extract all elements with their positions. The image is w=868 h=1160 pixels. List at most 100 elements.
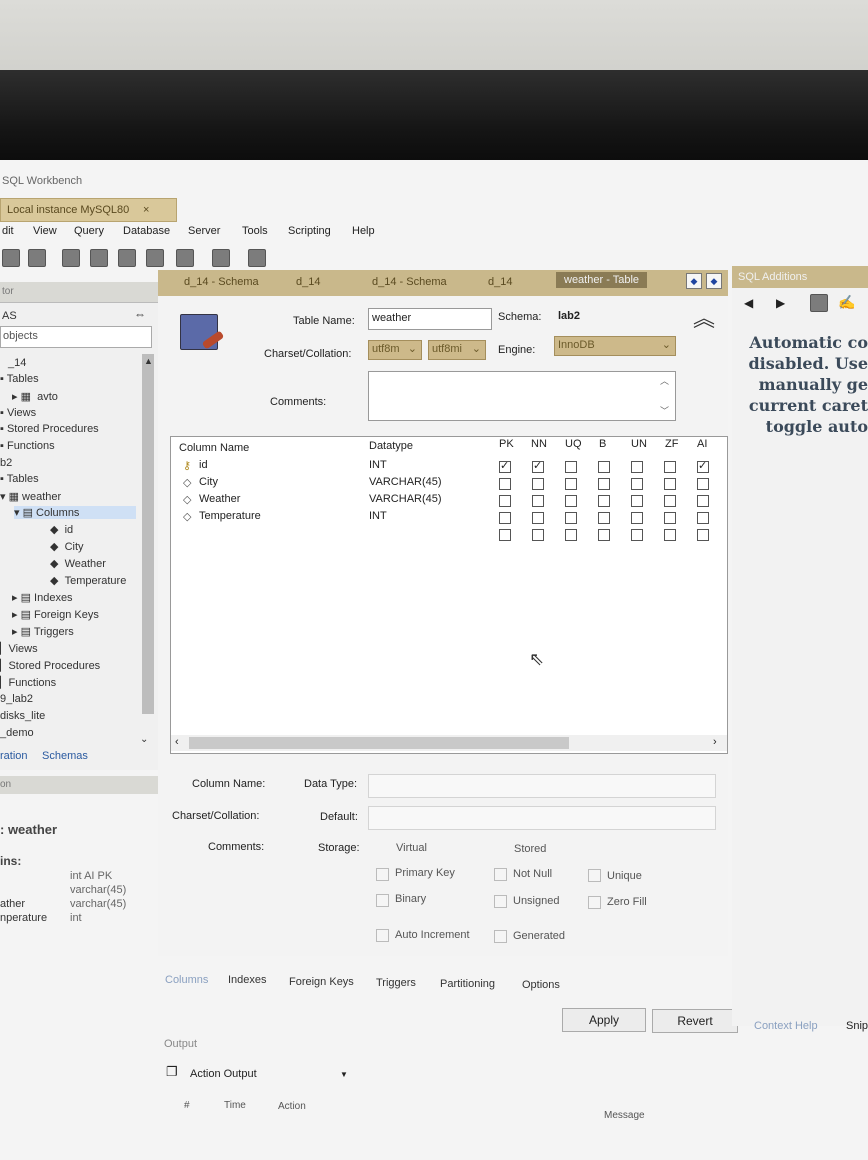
engine-select[interactable]: InnoDB ⌄: [554, 336, 676, 356]
header-un[interactable]: UN: [631, 438, 647, 450]
nn-checkbox[interactable]: [532, 512, 544, 524]
refresh-icon[interactable]: ⇔: [134, 307, 146, 321]
nn-checkbox[interactable]: [532, 459, 544, 473]
output-type-select[interactable]: Action Output: [190, 1068, 257, 1080]
tab-indexes[interactable]: Indexes: [228, 974, 267, 986]
menu-database[interactable]: Database: [123, 225, 170, 237]
close-icon[interactable]: ×: [143, 204, 149, 216]
ai-checkbox[interactable]: [697, 459, 709, 473]
un-checkbox[interactable]: [631, 529, 643, 541]
table-icon[interactable]: [90, 249, 108, 267]
auto-help-icon[interactable]: ✍: [838, 294, 855, 311]
reconnect-icon[interactable]: [248, 249, 266, 267]
tab-weather-table[interactable]: weather - Table: [556, 272, 648, 288]
procedure-icon[interactable]: [146, 249, 164, 267]
un-checkbox[interactable]: [631, 478, 643, 490]
header-ai[interactable]: AI: [697, 438, 707, 450]
un-checkbox[interactable]: [631, 461, 643, 473]
scroll-right-icon[interactable]: ›: [713, 736, 717, 748]
pk-checkbox[interactable]: [499, 529, 511, 541]
un-checkbox[interactable]: [631, 512, 643, 524]
datatype-cell[interactable]: VARCHAR(45): [369, 493, 442, 505]
tree-schema[interactable]: _14: [8, 357, 26, 369]
b-checkbox[interactable]: [598, 461, 610, 473]
tree-stored-procedures[interactable]: ▏Stored Procedures: [0, 659, 100, 672]
output-col-number[interactable]: #: [184, 1100, 190, 1111]
tree-table-avto[interactable]: ▸ ▦ avto: [12, 390, 58, 403]
menu-server[interactable]: Server: [188, 225, 220, 237]
b-checkbox[interactable]: [598, 529, 610, 541]
tree-schema-lab2[interactable]: b2: [0, 457, 12, 469]
chevron-down-icon[interactable]: ▼: [340, 1070, 348, 1079]
ai-checkbox[interactable]: [697, 495, 709, 507]
copy-icon[interactable]: ❐: [166, 1064, 178, 1080]
scroll-down-icon[interactable]: ﹀: [660, 404, 669, 417]
b-checkbox[interactable]: [598, 512, 610, 524]
tree-foreign-keys[interactable]: ▸ ▤ Foreign Keys: [12, 608, 99, 621]
output-col-time[interactable]: Time: [224, 1100, 246, 1111]
header-uq[interactable]: UQ: [565, 438, 582, 450]
menu-query[interactable]: Query: [74, 225, 104, 237]
tab-schema[interactable]: d_14 - Schema: [372, 276, 447, 288]
menu-edit[interactable]: dit: [2, 225, 14, 237]
header-zf[interactable]: ZF: [665, 438, 678, 450]
ai-checkbox[interactable]: [697, 529, 709, 541]
b-checkbox[interactable]: [598, 495, 610, 507]
tree-views[interactable]: ▪ Views: [0, 407, 36, 419]
tab-foreign-keys[interactable]: Foreign Keys: [289, 976, 354, 988]
uq-checkbox[interactable]: [565, 512, 577, 524]
storage-virtual-radio[interactable]: Virtual: [396, 842, 427, 854]
scroll-left-icon[interactable]: ‹: [175, 736, 179, 748]
tree-functions[interactable]: ▪ Functions: [0, 440, 55, 452]
zero-fill-checkbox[interactable]: [588, 896, 601, 909]
comments-textarea[interactable]: ︿ ﹀: [368, 371, 676, 421]
uq-checkbox[interactable]: [565, 529, 577, 541]
scrollbar-thumb[interactable]: [189, 737, 569, 749]
zf-checkbox[interactable]: [664, 461, 676, 473]
primary-key-checkbox[interactable]: [376, 868, 389, 881]
scroll-down-icon[interactable]: ⌄: [140, 734, 148, 745]
unique-checkbox[interactable]: [588, 869, 601, 882]
tree-table-weather[interactable]: ▾ ▦ weather: [0, 490, 61, 503]
tree-triggers[interactable]: ▸ ▤ Triggers: [12, 625, 74, 638]
tree-columns[interactable]: ▾ ▤ Columns: [14, 506, 136, 519]
nn-checkbox[interactable]: [532, 495, 544, 507]
tree-schema[interactable]: 9_lab2: [0, 693, 33, 705]
open-sql-icon[interactable]: [28, 249, 46, 267]
zf-checkbox[interactable]: [664, 478, 676, 490]
storage-stored-radio[interactable]: Stored: [514, 843, 546, 855]
tab-schema-query[interactable]: d_14: [296, 276, 320, 288]
tab-schema[interactable]: d_14 - Schema: [184, 276, 259, 288]
datatype-cell[interactable]: INT: [369, 459, 387, 471]
column-name-cell[interactable]: id: [199, 459, 208, 471]
pk-checkbox[interactable]: [499, 478, 511, 490]
b-checkbox[interactable]: [598, 478, 610, 490]
tab-menu-icon[interactable]: ◆: [706, 273, 722, 289]
tree-schema[interactable]: disks_lite: [0, 710, 45, 722]
table-name-input[interactable]: weather: [368, 308, 492, 330]
tab-schema-query[interactable]: d_14: [488, 276, 512, 288]
datatype-cell[interactable]: VARCHAR(45): [369, 476, 442, 488]
scroll-up-icon[interactable]: ▲: [144, 356, 153, 366]
column-name-cell[interactable]: City: [199, 476, 218, 488]
header-nn[interactable]: NN: [531, 438, 547, 450]
collation-select[interactable]: utf8mi ⌄: [428, 340, 486, 360]
uq-checkbox[interactable]: [565, 461, 577, 473]
nn-checkbox[interactable]: [532, 529, 544, 541]
tree-tables[interactable]: ▪ Tables: [0, 373, 39, 385]
menu-tools[interactable]: Tools: [242, 225, 268, 237]
database-icon[interactable]: [62, 249, 80, 267]
uq-checkbox[interactable]: [565, 495, 577, 507]
tree-functions[interactable]: ▏Functions: [0, 676, 56, 689]
charset-select[interactable]: utf8m ⌄: [368, 340, 422, 360]
menu-view[interactable]: View: [33, 225, 57, 237]
pk-checkbox[interactable]: [499, 459, 511, 473]
pk-checkbox[interactable]: [499, 495, 511, 507]
zf-checkbox[interactable]: [664, 512, 676, 524]
generated-checkbox[interactable]: [494, 930, 507, 943]
tab-list-icon[interactable]: ◆: [686, 273, 702, 289]
tree-column-id[interactable]: ◆ id: [50, 523, 73, 536]
auto-increment-checkbox[interactable]: [376, 929, 389, 942]
tab-administration[interactable]: ration: [0, 750, 28, 762]
header-datatype[interactable]: Datatype: [369, 440, 413, 452]
